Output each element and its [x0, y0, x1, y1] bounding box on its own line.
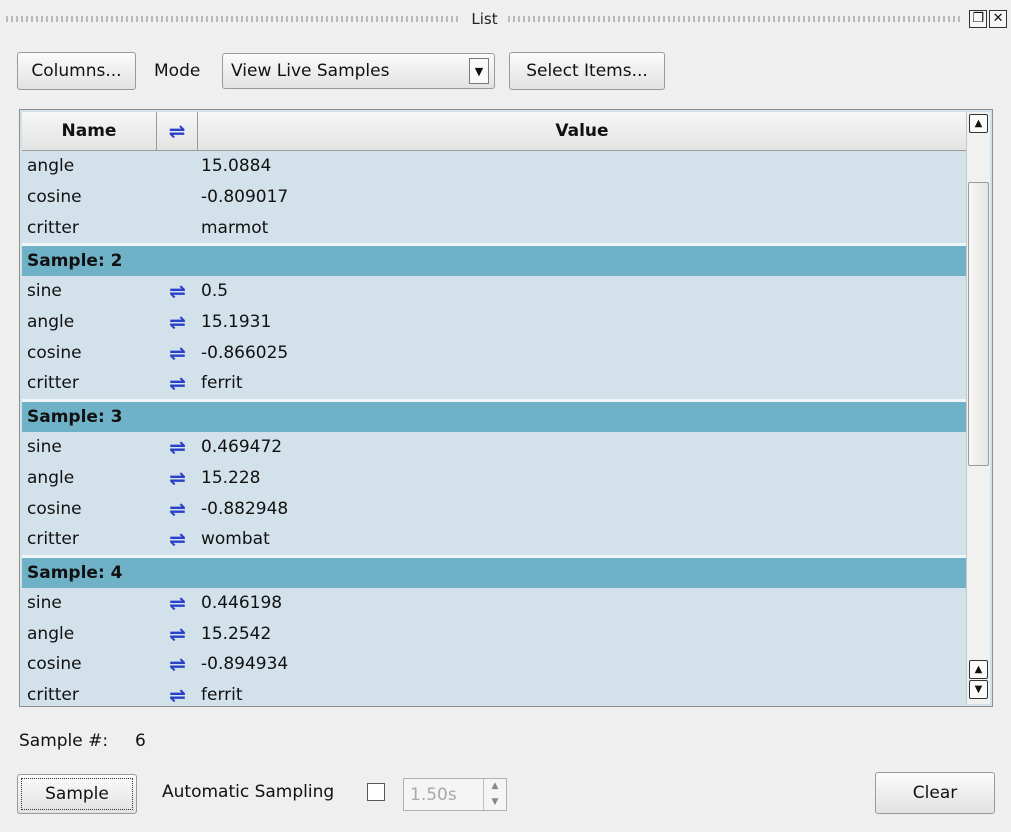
interval-value: 1.50s — [410, 784, 457, 805]
mode-select[interactable]: View Live Samples ▼ — [222, 53, 495, 89]
mode-label: Mode — [154, 61, 201, 81]
item-value: 0.446198 — [201, 592, 283, 613]
spin-down-icon[interactable]: ▼ — [484, 795, 506, 811]
item-name: angle — [27, 312, 75, 333]
restore-icon[interactable]: ❐ — [969, 10, 988, 28]
title-grip-left — [6, 16, 462, 22]
item-name: sine — [27, 592, 62, 613]
item-value: wombat — [201, 529, 270, 550]
scroll-up-top-icon[interactable]: ▲ — [969, 114, 988, 133]
vertical-scrollbar[interactable]: ▲ ▲ ▼ — [966, 112, 990, 704]
item-value: ferrit — [201, 684, 243, 705]
group-header[interactable]: Sample: 4 — [22, 554, 966, 588]
item-name: cosine — [27, 342, 82, 363]
scrollbar-thumb[interactable] — [968, 182, 989, 466]
spin-up-icon[interactable]: ▲ — [484, 779, 506, 795]
list-item[interactable]: angle 15.0884 — [22, 151, 966, 182]
column-header-value[interactable]: Value — [198, 112, 966, 150]
column-header-name[interactable]: Name — [22, 112, 157, 150]
item-name: critter — [27, 529, 79, 550]
link-icon[interactable]: ⇌ — [157, 622, 198, 646]
interval-spinbox[interactable]: 1.50s ▲ ▼ — [403, 778, 507, 811]
item-value: ferrit — [201, 373, 243, 394]
link-icon[interactable]: ⇌ — [157, 591, 198, 615]
link-icon[interactable]: ⇌ — [157, 279, 198, 303]
scroll-up-icon[interactable]: ▲ — [969, 660, 988, 679]
item-value: -0.894934 — [201, 654, 289, 675]
link-icon[interactable]: ⇌ — [157, 527, 198, 551]
list-item[interactable]: angle ⇌ 15.228 — [22, 463, 966, 494]
item-value: -0.882948 — [201, 498, 289, 519]
item-name: cosine — [27, 187, 82, 208]
item-name: cosine — [27, 654, 82, 675]
mode-select-value: View Live Samples — [231, 61, 390, 81]
automatic-sampling-checkbox[interactable] — [367, 783, 385, 801]
item-value: -0.866025 — [201, 342, 289, 363]
list-item[interactable]: sine ⇌ 0.469472 — [22, 432, 966, 463]
clear-button[interactable]: Clear — [875, 772, 995, 814]
list-item[interactable]: critter ⇌ ferrit — [22, 680, 966, 706]
item-value: 0.469472 — [201, 437, 283, 458]
link-icon[interactable]: ⇌ — [157, 371, 198, 395]
automatic-sampling-label: Automatic Sampling — [162, 782, 335, 802]
column-header-link-icon[interactable]: ⇌ — [157, 112, 198, 150]
list-item[interactable]: critter ⇌ ferrit — [22, 368, 966, 399]
item-name: angle — [27, 156, 75, 177]
list-item[interactable]: critter marmot — [22, 212, 966, 243]
item-name: sine — [27, 437, 62, 458]
item-value: 0.5 — [201, 281, 229, 302]
link-icon[interactable]: ⇌ — [157, 341, 198, 365]
title-grip-right — [507, 16, 964, 22]
window-title: List — [471, 10, 498, 28]
list-item[interactable]: cosine ⇌ -0.882948 — [22, 493, 966, 524]
link-icon[interactable]: ⇌ — [157, 310, 198, 334]
list-item[interactable]: sine ⇌ 0.5 — [22, 276, 966, 307]
link-icon[interactable]: ⇌ — [157, 652, 198, 676]
list-rows: angle 15.0884 cosine -0.809017 critter m… — [22, 151, 966, 706]
item-name: critter — [27, 684, 79, 705]
list-item[interactable]: angle ⇌ 15.1931 — [22, 307, 966, 338]
item-value: 15.0884 — [201, 156, 272, 177]
list-item[interactable]: sine ⇌ 0.446198 — [22, 588, 966, 619]
link-icon[interactable]: ⇌ — [157, 466, 198, 490]
item-value: 15.1931 — [201, 312, 272, 333]
item-name: sine — [27, 281, 62, 302]
scroll-down-icon[interactable]: ▼ — [969, 680, 988, 699]
list-header: Name ⇌ Value — [22, 112, 966, 151]
list-item[interactable]: cosine -0.809017 — [22, 182, 966, 213]
group-header[interactable]: Sample: 3 — [22, 398, 966, 432]
chevron-down-icon[interactable]: ▼ — [469, 58, 489, 84]
item-value: 15.2542 — [201, 623, 272, 644]
list-item[interactable]: angle ⇌ 15.2542 — [22, 618, 966, 649]
list-item[interactable]: cosine ⇌ -0.866025 — [22, 337, 966, 368]
link-icon[interactable]: ⇌ — [157, 497, 198, 521]
item-name: critter — [27, 217, 79, 238]
list-item[interactable]: cosine ⇌ -0.894934 — [22, 649, 966, 680]
item-name: critter — [27, 373, 79, 394]
close-icon[interactable]: ✕ — [989, 10, 1008, 28]
sample-button[interactable]: Sample — [17, 774, 137, 814]
link-icon[interactable]: ⇌ — [157, 683, 198, 706]
columns-button[interactable]: Columns... — [17, 52, 136, 90]
item-value: -0.809017 — [201, 187, 289, 208]
item-value: marmot — [201, 217, 269, 238]
sample-list[interactable]: Name ⇌ Value angle 15.0884 cosine -0.809… — [19, 109, 993, 707]
title-bar[interactable]: List ❐ ✕ — [0, 0, 1011, 38]
list-item[interactable]: critter ⇌ wombat — [22, 524, 966, 555]
sample-count-value: 6 — [135, 731, 146, 751]
group-header[interactable]: Sample: 2 — [22, 243, 966, 277]
item-name: angle — [27, 623, 75, 644]
item-name: cosine — [27, 498, 82, 519]
sample-count-label: Sample #: — [19, 731, 109, 751]
select-items-button[interactable]: Select Items... — [509, 52, 665, 90]
item-name: angle — [27, 467, 75, 488]
link-icon[interactable]: ⇌ — [157, 435, 198, 459]
item-value: 15.228 — [201, 467, 261, 488]
